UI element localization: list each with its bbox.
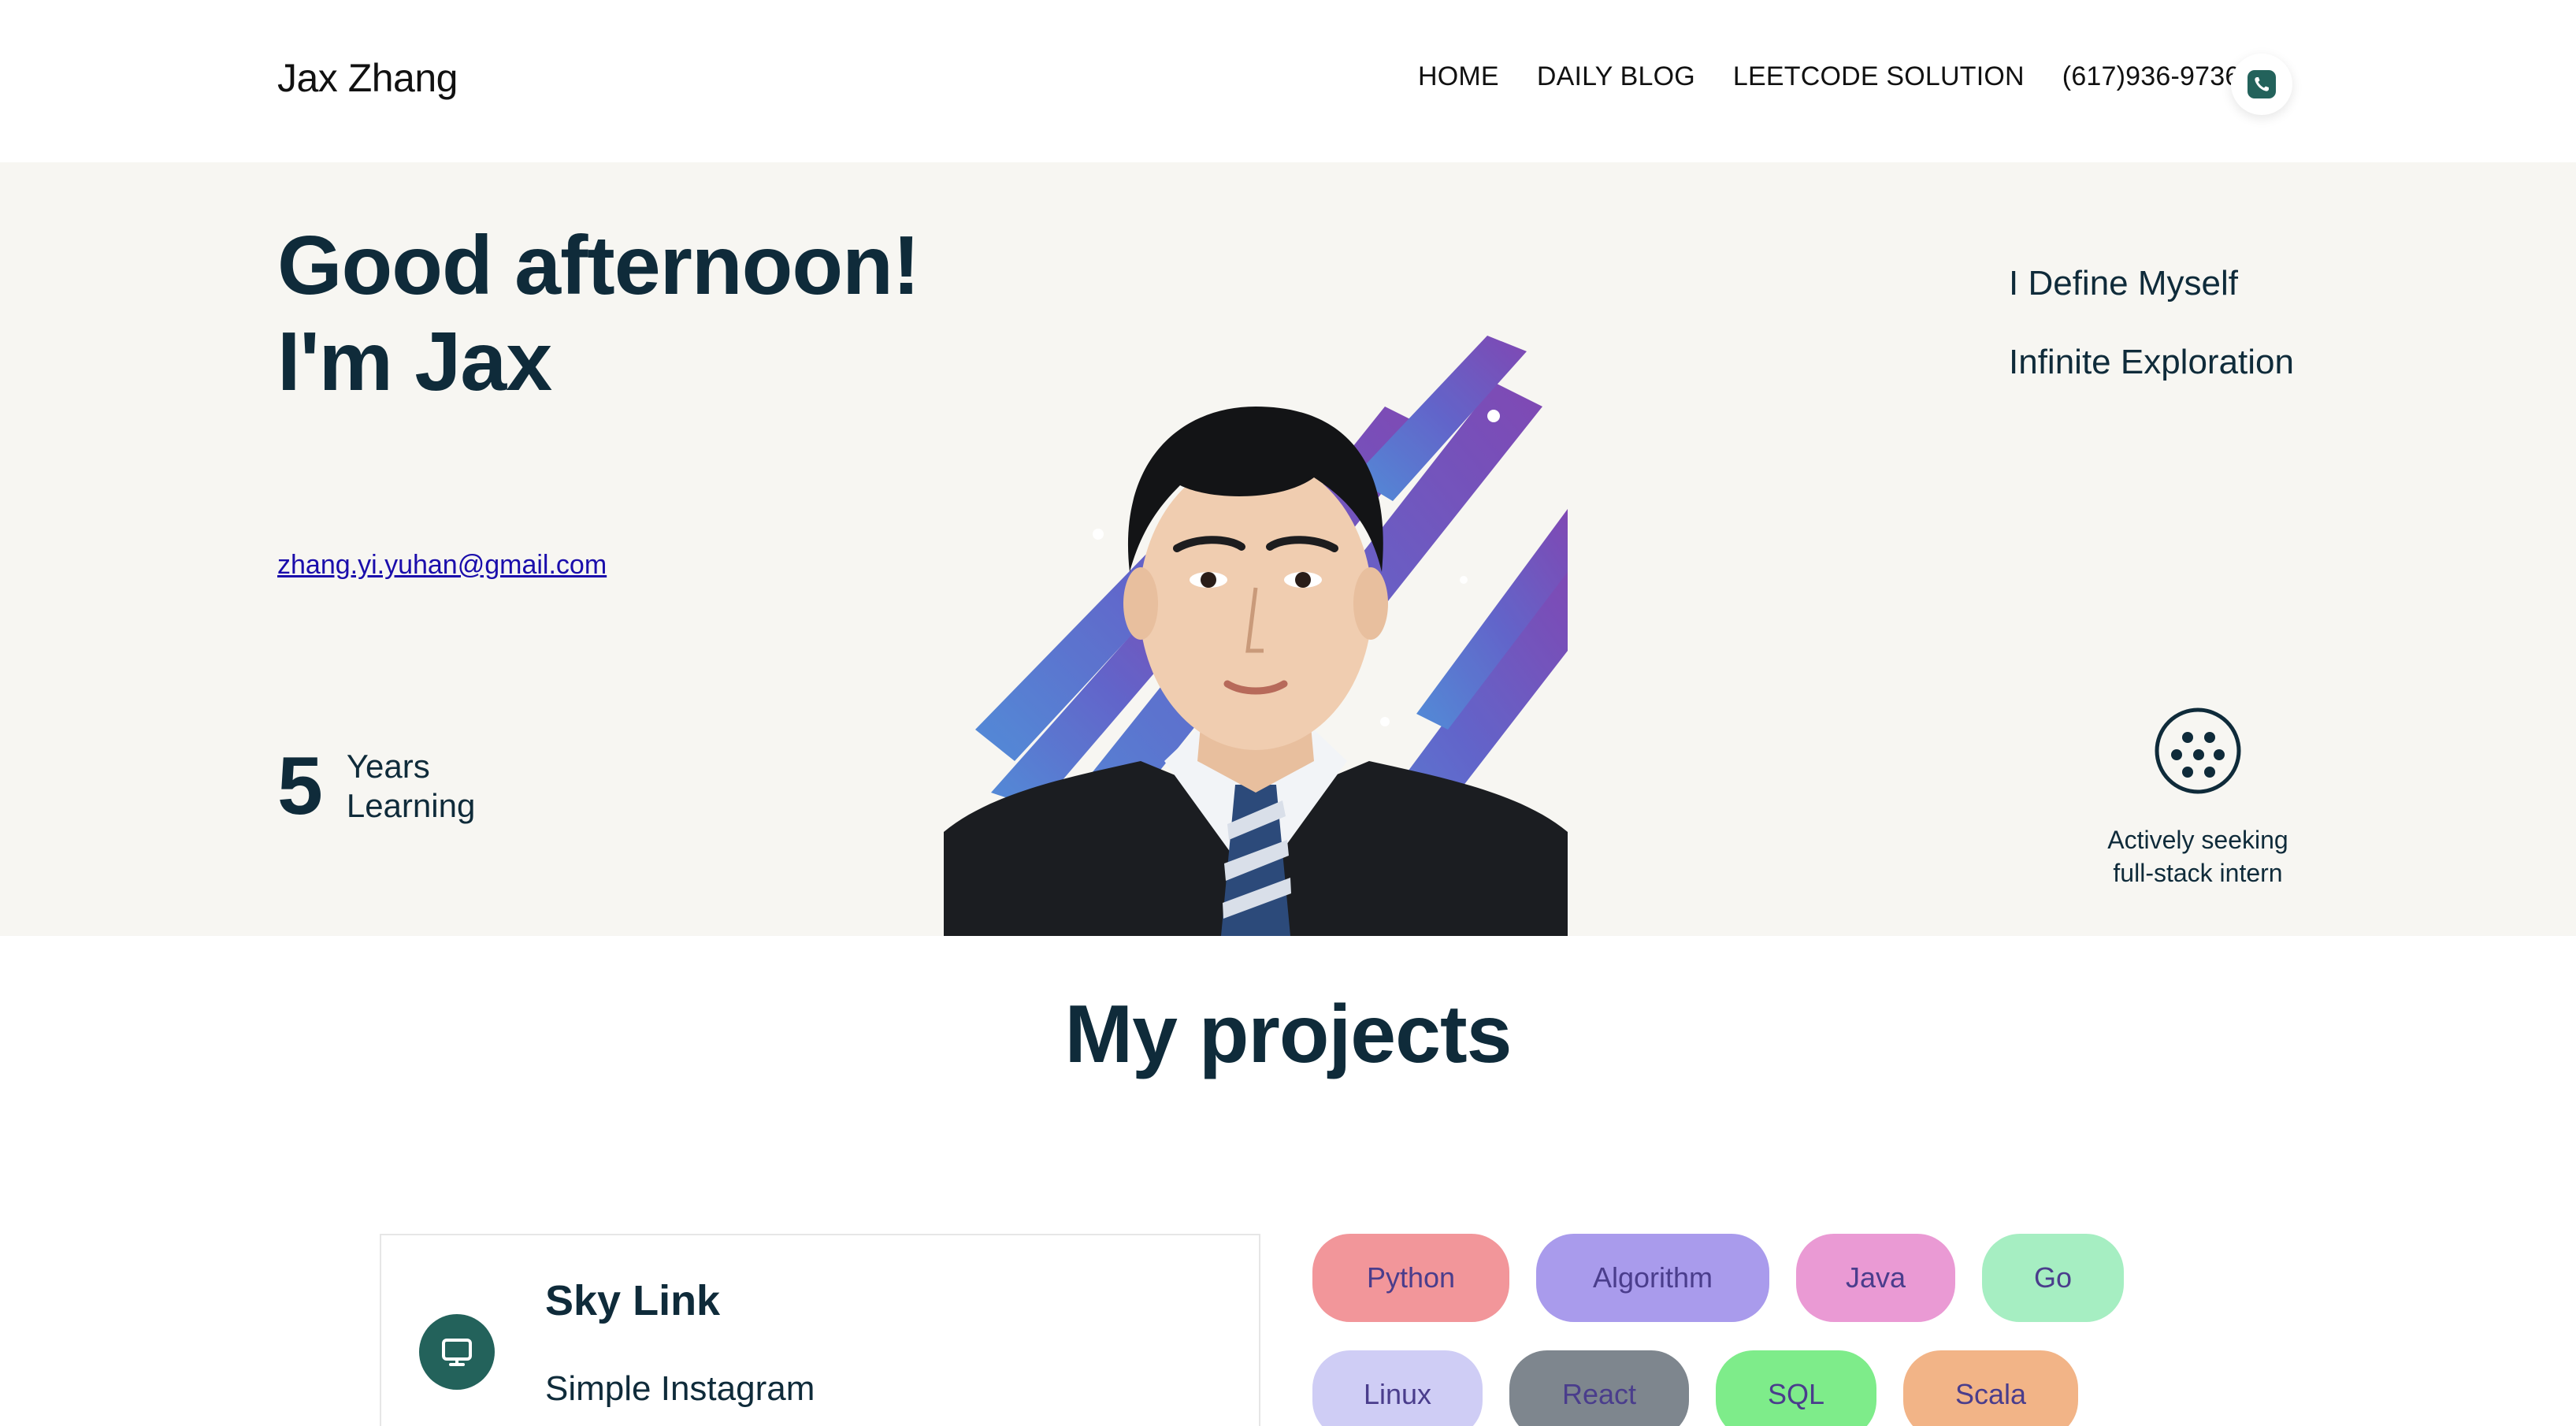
projects-heading: My projects: [1064, 989, 1513, 1080]
project-card[interactable]: Sky Link Simple Instagram: [380, 1234, 1260, 1426]
phone-icon: [2248, 70, 2276, 98]
tag-linux[interactable]: Linux: [1312, 1350, 1483, 1426]
greeting-heading: Good afternoon! I'm Jax: [277, 217, 920, 410]
years-number: 5: [277, 741, 323, 832]
years-learning: 5 Years Learning: [277, 745, 475, 827]
years-label-line-2: Learning: [346, 787, 476, 824]
tag-python[interactable]: Python: [1312, 1234, 1509, 1322]
tag-scala[interactable]: Scala: [1903, 1350, 2078, 1426]
monitor-icon: [442, 1339, 472, 1366]
tagline-infinite-exploration: Infinite Exploration: [2009, 343, 2294, 381]
tag-go[interactable]: Go: [1982, 1234, 2124, 1322]
main-nav: HOME DAILY BLOG LEETCODE SOLUTION (617)9…: [1418, 61, 2277, 92]
tag-java[interactable]: Java: [1796, 1234, 1955, 1322]
site-header: Jax Zhang HOME DAILY BLOG LEETCODE SOLUT…: [0, 0, 2576, 162]
hero-section: Good afternoon! I'm Jax zhang.yi.yuhan@g…: [0, 162, 2576, 936]
tagline-define-myself: I Define Myself: [2009, 264, 2238, 303]
greeting-line-1: Good afternoon!: [277, 219, 920, 312]
seeking-text-line-1: Actively seeking: [2107, 826, 2288, 854]
seeking-text-line-2: full-stack intern: [2113, 859, 2283, 887]
tag-algorithm[interactable]: Algorithm: [1536, 1234, 1769, 1322]
tag-sql[interactable]: SQL: [1716, 1350, 1876, 1426]
tag-react[interactable]: React: [1509, 1350, 1689, 1426]
seeking-text: Actively seeking full-stack intern: [2080, 823, 2316, 889]
years-label: Years Learning: [347, 747, 475, 826]
email-link[interactable]: zhang.yi.yuhan@gmail.com: [277, 550, 607, 581]
project-icon-badge: [419, 1314, 495, 1390]
nav-phone-number[interactable]: (617)936-9736: [2062, 61, 2240, 92]
nav-daily-blog[interactable]: DAILY BLOG: [1537, 61, 1695, 92]
phone-button[interactable]: [2231, 54, 2292, 115]
project-name: Sky Link: [545, 1277, 721, 1324]
brand-name[interactable]: Jax Zhang: [277, 55, 458, 101]
status-seeking: Actively seeking full-stack intern: [2080, 706, 2316, 889]
taglines: I Define Myself Infinite Exploration: [2009, 244, 2294, 402]
nav-leetcode-solution[interactable]: LEETCODE SOLUTION: [1733, 61, 2025, 92]
dots-circle-icon: [2155, 707, 2241, 794]
profile-photo: [944, 320, 1568, 936]
greeting-line-2: I'm Jax: [277, 315, 552, 408]
nav-home[interactable]: HOME: [1418, 61, 1499, 92]
project-description: Simple Instagram: [545, 1369, 815, 1408]
years-label-line-1: Years: [346, 748, 430, 785]
